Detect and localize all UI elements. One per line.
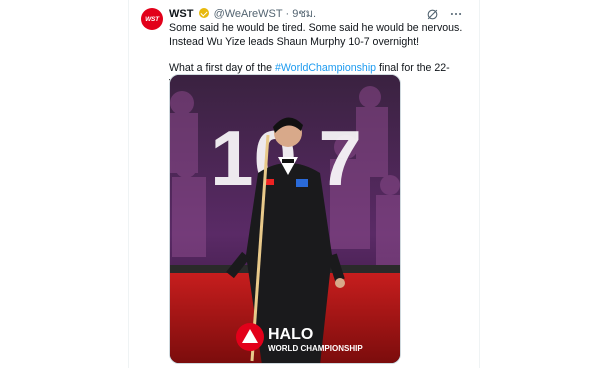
grok-icon[interactable] [425, 7, 439, 21]
logo-title: HALO [268, 326, 313, 343]
verified-badge-icon [198, 8, 209, 18]
display-name[interactable]: WST [169, 8, 193, 20]
logo-subtitle: WORLD CHAMPIONSHIP [268, 344, 363, 353]
tweet-text-line1: Some said he would be tired. Some said h… [169, 22, 463, 48]
tweet-card[interactable]: WST WST @WeAreWST · 9ชม. Some said he wo… [128, 0, 480, 368]
tweet-header: WST @WeAreWST · 9ชม. [169, 7, 469, 21]
tweet-actions-top [425, 7, 463, 21]
more-icon[interactable] [449, 7, 463, 21]
tweet-media-image[interactable]: 10 7 HALO WORLD CHAMPIONSHIP [169, 74, 401, 364]
avatar-logo: WST [145, 15, 159, 23]
tweet-text-before: What a first day of the [169, 62, 275, 74]
timestamp[interactable]: 9ชม. [292, 8, 316, 20]
separator-dot: · [285, 8, 290, 20]
user-handle[interactable]: @WeAreWST [214, 8, 283, 20]
avatar[interactable]: WST [141, 8, 163, 30]
hashtag-link[interactable]: #WorldChampionship [275, 62, 376, 74]
